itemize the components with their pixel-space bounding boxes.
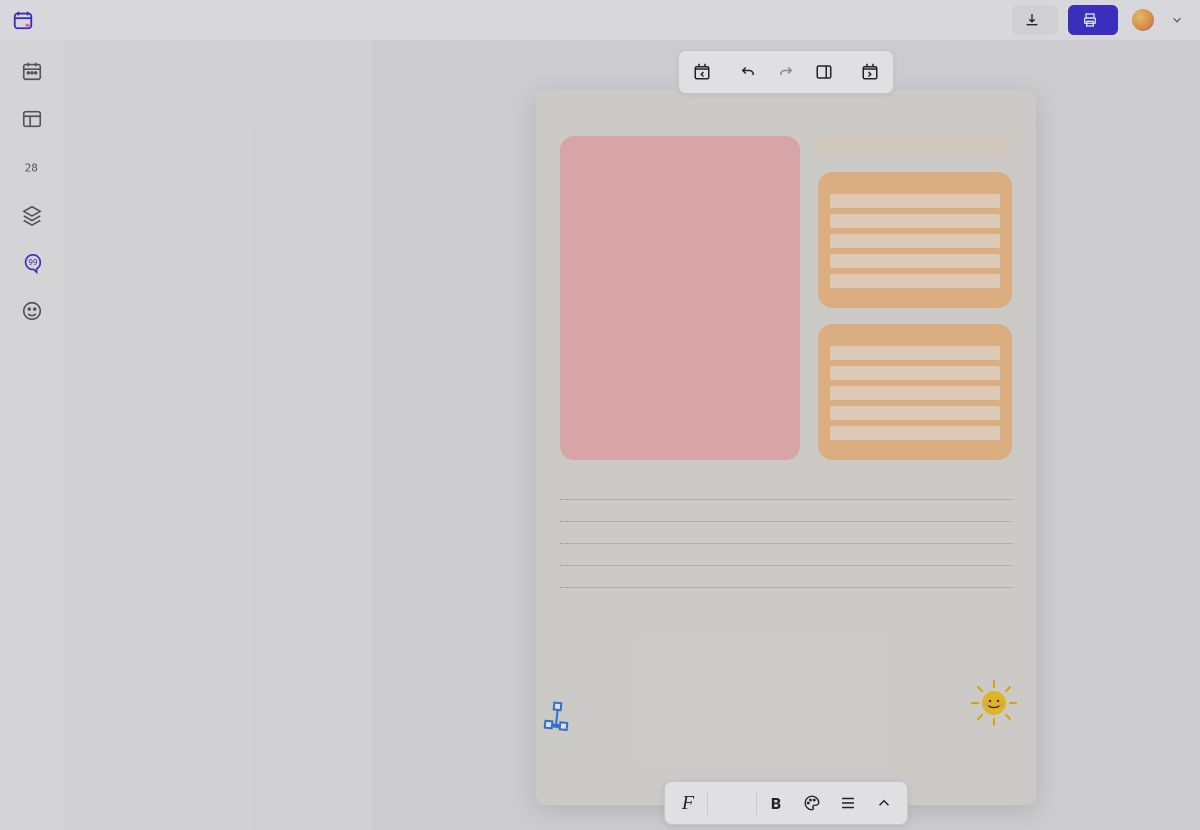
align-button[interactable] xyxy=(831,786,865,820)
note-line xyxy=(560,526,1012,544)
todo-line xyxy=(830,426,1000,440)
layout-icon xyxy=(21,108,43,130)
font-picker-button[interactable]: F xyxy=(671,786,705,820)
download-button[interactable] xyxy=(1012,5,1058,35)
user-menu[interactable] xyxy=(1128,5,1188,35)
font-size-increase-button[interactable] xyxy=(742,786,754,820)
rail-quotes[interactable]: 99 xyxy=(2,244,62,286)
todo-line xyxy=(830,386,1000,400)
text-format-toolbar: F B xyxy=(664,781,908,825)
schedule-block[interactable] xyxy=(560,136,800,460)
avatar xyxy=(1132,9,1154,31)
separator xyxy=(707,791,708,815)
sticker-icon xyxy=(21,300,43,322)
priority-line xyxy=(830,234,1000,248)
quotes-panel xyxy=(64,40,372,830)
download-icon xyxy=(1024,12,1040,28)
undo-icon xyxy=(739,63,757,81)
note-line xyxy=(560,548,1012,566)
todo-card[interactable] xyxy=(818,324,1012,460)
layers-icon xyxy=(21,204,43,226)
svg-text:99: 99 xyxy=(28,258,38,268)
note-line xyxy=(560,504,1012,522)
undo-button[interactable] xyxy=(731,55,765,89)
priority-line xyxy=(830,254,1000,268)
calendar-next-icon xyxy=(861,63,879,81)
priorities-card[interactable] xyxy=(818,172,1012,308)
todo-line xyxy=(830,366,1000,380)
redo-button[interactable] xyxy=(769,55,803,89)
rotate-stem xyxy=(555,711,559,726)
calendar-prev-icon xyxy=(693,63,711,81)
note-line xyxy=(560,482,1012,500)
canvas-area: F B xyxy=(372,40,1200,830)
notes-section[interactable] xyxy=(560,482,1012,588)
quote-icon: 99 xyxy=(21,252,43,274)
resize-handle-left[interactable] xyxy=(544,720,554,730)
bold-icon: B xyxy=(771,794,781,813)
left-rail: 28 99 xyxy=(0,40,64,830)
number-icon: 28 xyxy=(21,156,43,178)
priority-line xyxy=(830,214,1000,228)
layout-toggle-button[interactable] xyxy=(807,55,841,89)
todo-line xyxy=(830,346,1000,360)
selected-quote-element[interactable] xyxy=(548,723,564,729)
next-day-button[interactable] xyxy=(845,55,889,89)
rail-calendars[interactable] xyxy=(2,52,62,94)
color-picker-button[interactable] xyxy=(795,786,829,820)
print-icon xyxy=(1082,12,1098,28)
font-size-decrease-button[interactable] xyxy=(710,786,722,820)
todo-line xyxy=(830,406,1000,420)
rail-dates[interactable]: 28 xyxy=(2,148,62,190)
panel-icon xyxy=(815,63,833,81)
rail-stickers[interactable] xyxy=(2,292,62,334)
prev-day-button[interactable] xyxy=(683,55,727,89)
chevron-up-icon xyxy=(875,794,893,812)
brand xyxy=(12,9,42,31)
separator xyxy=(756,791,757,815)
priority-line xyxy=(830,194,1000,208)
palette-icon xyxy=(803,794,821,812)
note-line xyxy=(560,570,1012,588)
priority-line xyxy=(830,274,1000,288)
resize-handle-right[interactable] xyxy=(559,721,569,731)
font-icon: F xyxy=(682,792,694,815)
date-card xyxy=(818,136,1012,156)
rail-backgrounds[interactable] xyxy=(2,196,62,238)
print-button[interactable] xyxy=(1068,5,1118,35)
collapse-toolbar-button[interactable] xyxy=(867,786,901,820)
logo-icon xyxy=(12,9,34,31)
sun-sticker[interactable] xyxy=(970,679,1018,727)
planner-page[interactable] xyxy=(536,90,1036,805)
day-nav-toolbar xyxy=(678,50,894,94)
svg-text:28: 28 xyxy=(25,162,38,175)
rail-templates[interactable] xyxy=(2,100,62,142)
align-icon xyxy=(839,794,857,812)
calendar-icon xyxy=(21,60,43,82)
bold-button[interactable]: B xyxy=(759,786,793,820)
chevron-down-icon xyxy=(1170,13,1184,27)
rotate-handle[interactable] xyxy=(553,701,563,711)
redo-icon xyxy=(777,63,795,81)
app-header xyxy=(0,0,1200,40)
